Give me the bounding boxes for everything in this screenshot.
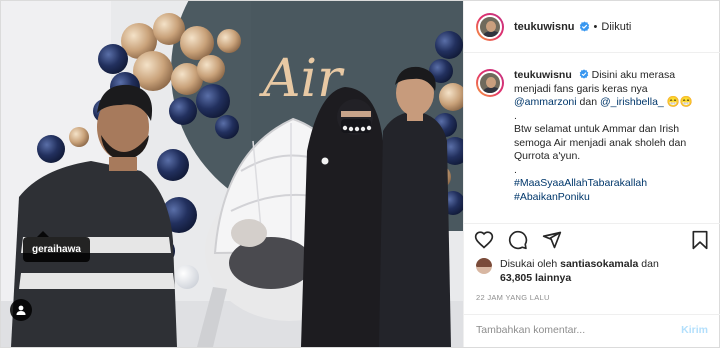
post-photo[interactable]: Air geraihawa <box>1 1 463 347</box>
mention-link-2[interactable]: @_irishbella_ <box>600 96 664 108</box>
likes-prefix: Disukai oleh <box>500 258 558 270</box>
caption-body: teukuwisnu Disini aku merasa menjadi fan… <box>514 69 708 223</box>
likes-mid: dan <box>641 258 659 270</box>
instagram-post: Air geraihawa teukuwisnu • Diikuti teuku… <box>0 0 720 348</box>
verified-badge-icon <box>579 69 588 79</box>
caption-emoji: 😁😁 <box>666 96 693 108</box>
user-tag-icon[interactable] <box>10 299 32 321</box>
caption-username[interactable]: teukuwisnu <box>514 69 572 81</box>
caption-and: dan <box>579 96 598 108</box>
follow-status-button[interactable]: Diikuti <box>601 21 631 33</box>
share-icon[interactable] <box>542 230 562 250</box>
caption-dot-1: . <box>514 109 517 122</box>
likes-count[interactable]: 63,805 <box>500 272 532 284</box>
heart-icon[interactable] <box>474 230 494 250</box>
post-header: teukuwisnu • Diikuti <box>464 1 720 53</box>
header-separator: • <box>593 20 598 33</box>
caption-dot-2: . <box>514 163 517 176</box>
caption-text-2: Btw selamat untuk Ammar dan Irish semoga… <box>514 123 687 162</box>
user-tag-label[interactable]: geraihawa <box>23 231 90 262</box>
hashtag-link-1[interactable]: #MaaSyaaAllahTabarakallah <box>514 177 647 189</box>
comment-input[interactable] <box>476 323 682 336</box>
comment-form: Kirim <box>464 314 720 344</box>
header-username[interactable]: teukuwisnu <box>514 21 575 33</box>
bookmark-icon[interactable] <box>690 230 710 250</box>
caption-avatar[interactable] <box>476 69 504 97</box>
comment-icon[interactable] <box>508 230 528 250</box>
caption-section: teukuwisnu Disini aku merasa menjadi fan… <box>464 53 720 223</box>
likes-suffix[interactable]: lainnya <box>535 272 571 284</box>
post-timestamp[interactable]: 22 JAM YANG LALU <box>476 293 550 302</box>
post-comment-button[interactable]: Kirim <box>681 324 708 336</box>
hashtag-link-2[interactable]: #AbaikanPoniku <box>514 191 590 203</box>
liker-avatar[interactable] <box>476 258 492 274</box>
liker-username[interactable]: santiasokamala <box>560 258 638 270</box>
photo-illustration: Air <box>1 1 463 347</box>
verified-badge-icon <box>579 21 589 32</box>
likes-summary: Disukai oleh santiasokamala dan 63,805 l… <box>476 257 659 285</box>
post-side-panel: teukuwisnu • Diikuti teukuwisnu Disini a… <box>463 1 720 347</box>
mention-link-1[interactable]: @ammarzoni <box>514 96 577 108</box>
post-actions: Disukai oleh santiasokamala dan 63,805 l… <box>464 223 720 343</box>
avatar[interactable] <box>476 12 504 41</box>
